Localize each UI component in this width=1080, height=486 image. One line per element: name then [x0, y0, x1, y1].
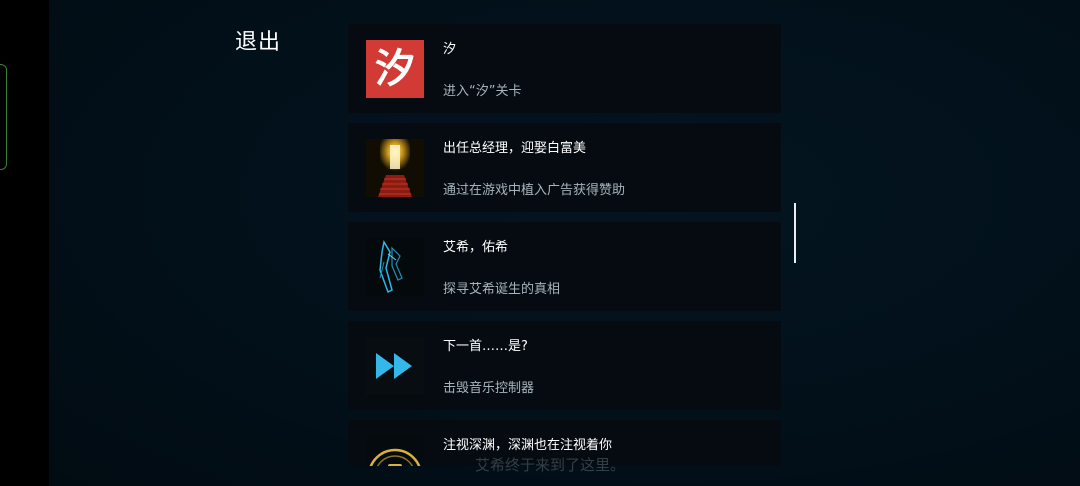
- achievement-item-next-track[interactable]: 下一首……是? 击毁音乐控制器: [348, 321, 781, 410]
- achievement-item-aixi[interactable]: 艾希，佑希 探寻艾希诞生的真相: [348, 222, 781, 311]
- abyss-eye-icon: [366, 436, 424, 466]
- achievement-item-general-manager[interactable]: 出任总经理，迎娶白富美 通过在游戏中植入广告获得赞助: [348, 123, 781, 212]
- achievement-title: 下一首……是?: [443, 339, 528, 354]
- fast-forward-icon: [366, 337, 424, 395]
- achievement-description: 通过在游戏中植入广告获得赞助: [443, 183, 626, 198]
- achievement-description: 探寻艾希诞生的真相: [443, 282, 561, 297]
- achievement-description: 击毁音乐控制器: [443, 381, 535, 396]
- achievement-title: 艾希，佑希: [443, 240, 509, 255]
- blue-blade-icon: [366, 238, 424, 296]
- achievements-screen: 退出 汐 汐 进入“汐”关卡 出任总经理，迎娶白富美 通过在游戏中植入广告获得赞…: [49, 0, 1080, 486]
- screen: 退出 汐 汐 进入“汐”关卡 出任总经理，迎娶白富美 通过在游戏中植入广告获得赞…: [0, 0, 1080, 486]
- dialogue-subtitle: 艾希终于来到了这里。: [475, 456, 626, 474]
- achievement-item-xi[interactable]: 汐 汐 进入“汐”关卡: [348, 24, 781, 113]
- list-scrollbar[interactable]: [794, 203, 796, 263]
- xi-character-icon: 汐: [366, 40, 424, 98]
- achievement-list[interactable]: 汐 汐 进入“汐”关卡 出任总经理，迎娶白富美 通过在游戏中植入广告获得赞助 艾…: [348, 24, 781, 466]
- xi-glyph: 汐: [375, 45, 415, 92]
- exit-button[interactable]: 退出: [235, 24, 281, 56]
- achievement-description: 进入“汐”关卡: [443, 84, 522, 99]
- achievement-title: 汐: [443, 42, 457, 57]
- achievement-title: 出任总经理，迎娶白富美: [443, 141, 587, 156]
- golden-stairway-icon: [366, 139, 424, 197]
- achievement-title: 注视深渊，深渊也在注视着你: [443, 438, 613, 453]
- left-bezel: [0, 0, 49, 486]
- edge-gesture-handle[interactable]: [0, 64, 7, 170]
